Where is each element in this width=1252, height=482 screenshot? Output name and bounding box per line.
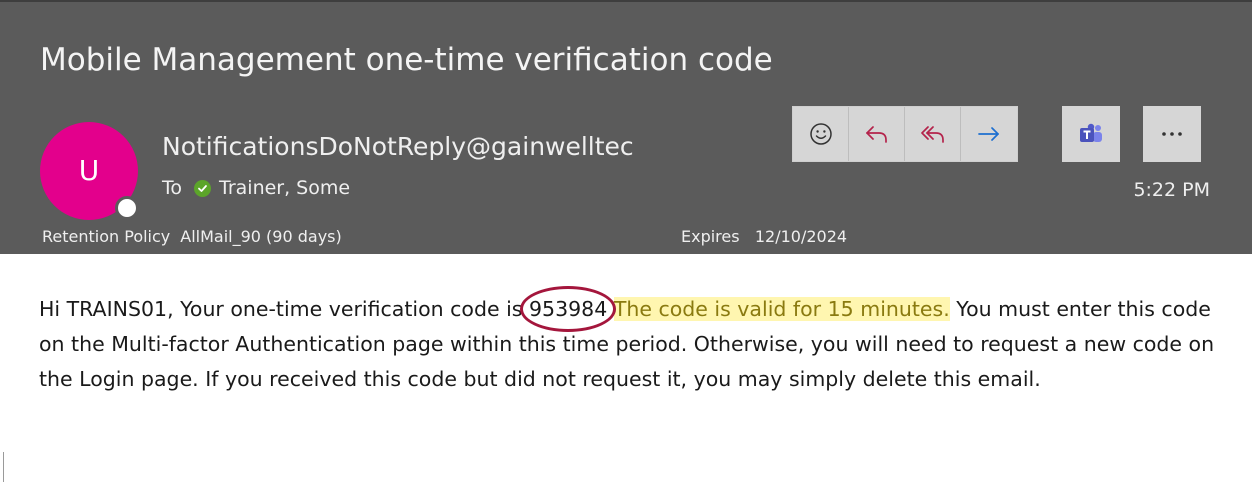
smiley-icon [809, 123, 832, 145]
recipient-line: To Trainer, Some [162, 177, 350, 199]
retention-policy-label: Retention Policy [42, 227, 171, 246]
ellipsis-icon [1162, 132, 1182, 136]
reply-all-icon [920, 126, 944, 143]
teams-button[interactable] [1062, 106, 1120, 162]
verification-code: 953984 [520, 286, 617, 332]
retention-policy-value: AllMail_90 (90 days) [180, 227, 342, 246]
body-intro: Hi TRAINS01, Your one-time verification … [39, 297, 523, 321]
presence-status-icon [115, 196, 139, 220]
message-header: Mobile Management one-time verification … [0, 0, 1252, 254]
available-check-icon [194, 179, 212, 197]
teams-icon [1080, 123, 1102, 142]
message-body: Hi TRAINS01, Your one-time verification … [39, 286, 1229, 397]
reply-button[interactable] [849, 107, 905, 161]
email-subject: Mobile Management one-time verification … [40, 42, 773, 78]
verification-code-value: 953984 [529, 297, 608, 321]
to-label: To [162, 177, 183, 199]
retention-policy: Retention Policy AllMail_90 (90 days) [42, 227, 342, 246]
forward-arrow-icon [978, 127, 999, 141]
received-time: 5:22 PM [1133, 179, 1210, 201]
expiry-info: Expires 12/10/2024 [681, 227, 847, 246]
expires-date: 12/10/2024 [754, 227, 848, 246]
message-action-group [792, 106, 1018, 162]
expires-label: Expires [681, 227, 740, 246]
more-options-button[interactable] [1143, 106, 1201, 162]
sender-address[interactable]: NotificationsDoNotReply@gainwelltec [162, 132, 634, 161]
recipient-name[interactable]: Trainer, Some [219, 177, 350, 199]
reply-icon [865, 126, 887, 143]
forward-button[interactable] [961, 107, 1017, 161]
text-cursor [3, 452, 4, 482]
reply-all-button[interactable] [905, 107, 961, 161]
validity-highlight: The code is valid for 15 minutes. [613, 297, 950, 321]
emoji-react-button[interactable] [793, 107, 849, 161]
